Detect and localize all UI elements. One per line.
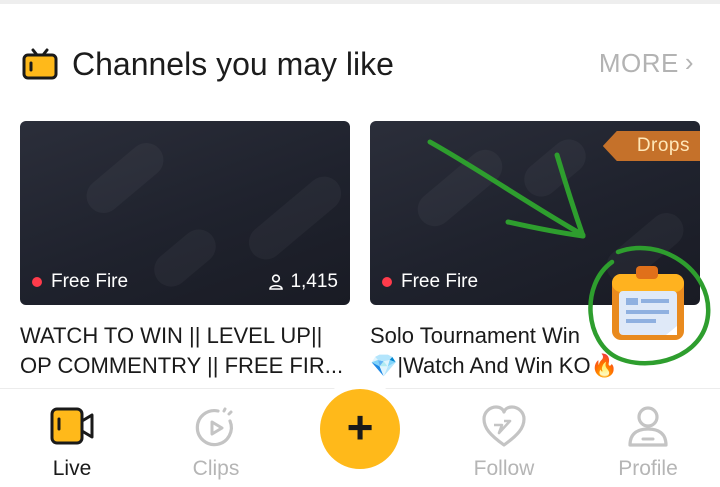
viewer-count-value: 1,415: [290, 271, 338, 292]
nav-follow-label: Follow: [473, 457, 535, 480]
drops-badge: Drops: [602, 127, 700, 165]
live-dot-icon: [382, 277, 392, 287]
more-link[interactable]: MORE ›: [598, 47, 694, 79]
live-dot-icon: [32, 277, 42, 287]
clips-icon: [195, 407, 233, 447]
plus-icon: +: [346, 401, 374, 453]
clipboard-icon[interactable]: [604, 264, 690, 346]
game-name: Free Fire: [51, 271, 129, 292]
viewer-count: 1,415: [269, 271, 338, 293]
stream-title-line: OP COMMENTRY || FREE FIR...: [20, 353, 344, 378]
nav-profile-label: Profile: [618, 457, 678, 480]
game-tag: Free Fire: [32, 271, 128, 293]
nav-clips-label: Clips: [192, 457, 240, 480]
nav-profile[interactable]: Profile: [588, 403, 708, 481]
nav-live-label: Live: [52, 457, 92, 480]
stream-title[interactable]: WATCH TO WIN || LEVEL UP|| OP COMMENTRY …: [20, 321, 370, 381]
user-icon: [269, 274, 284, 290]
nav-clips[interactable]: Clips: [156, 403, 276, 481]
more-label: MORE: [598, 48, 679, 78]
drops-label: Drops: [602, 131, 700, 161]
stream-title-line: WATCH TO WIN || LEVEL UP||: [20, 323, 323, 348]
profile-icon: [628, 406, 668, 447]
bottom-nav: Live Clips + Follow Profile: [0, 388, 720, 487]
heart-icon: [482, 405, 526, 447]
channel-card[interactable]: Free Fire 1,415 WATCH TO WIN || LEVEL UP…: [20, 121, 350, 381]
section-header: Channels you may like MORE ›: [22, 40, 702, 90]
section-title: Channels you may like: [72, 46, 394, 82]
game-tag: Free Fire: [382, 271, 478, 293]
video-camera-icon: [50, 407, 94, 445]
tv-icon: [22, 48, 58, 80]
top-divider: [0, 0, 720, 4]
create-button[interactable]: +: [320, 389, 400, 469]
nav-live[interactable]: Live: [12, 403, 132, 481]
nav-follow[interactable]: Follow: [444, 403, 564, 481]
stream-title-line: 💎|Watch And Win KO🔥: [370, 353, 618, 378]
chevron-right-icon: ›: [684, 47, 694, 77]
game-name: Free Fire: [401, 271, 479, 292]
stream-thumbnail[interactable]: Free Fire 1,415: [20, 121, 350, 305]
